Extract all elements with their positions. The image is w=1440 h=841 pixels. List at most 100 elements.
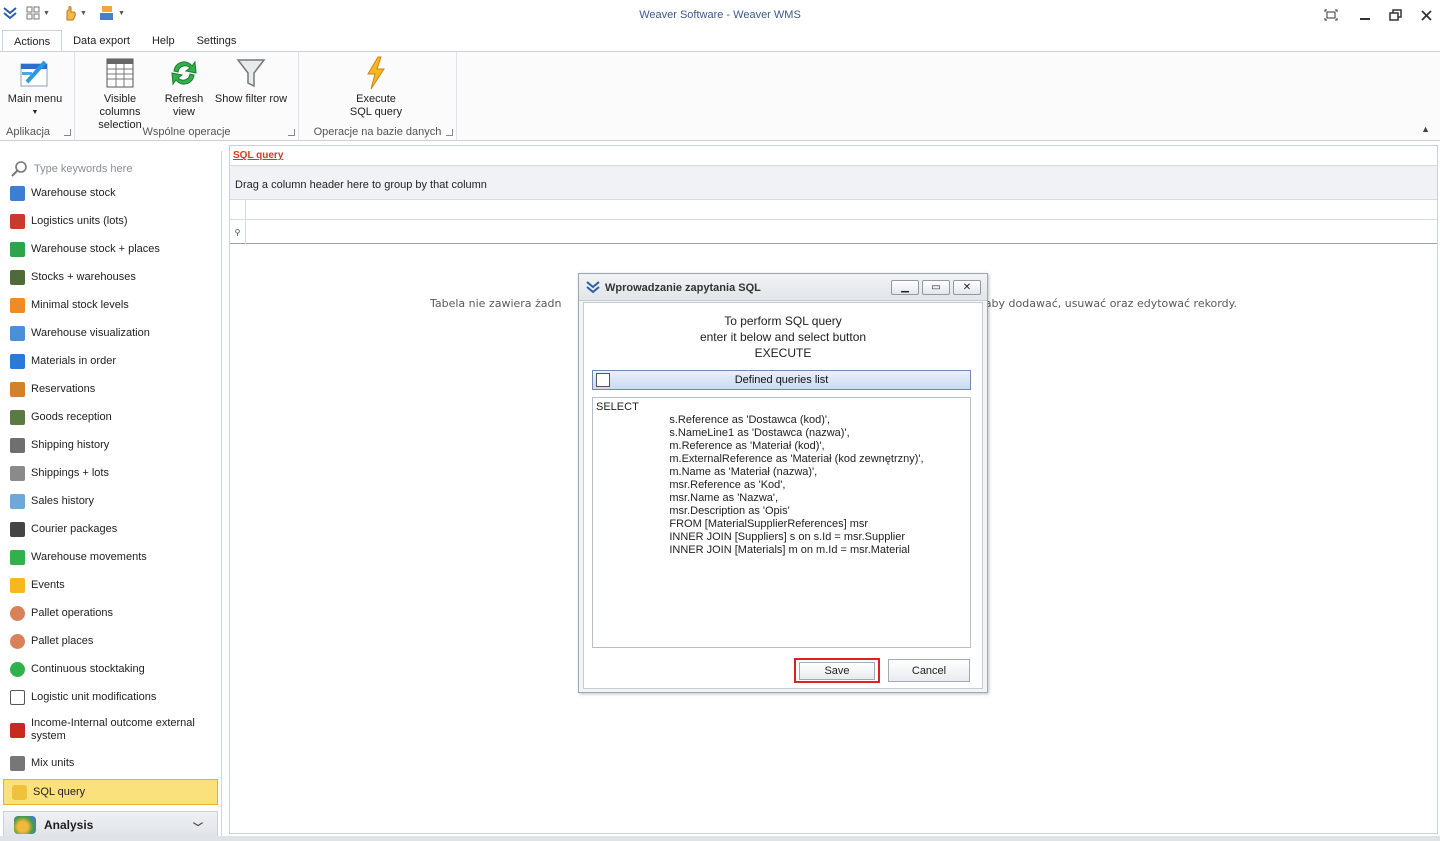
nav-item-mix-units[interactable]: Mix units — [10, 756, 216, 771]
main-menu-button[interactable]: Main menu ▼ — [6, 56, 64, 119]
nav-item-minimal-stock-levels[interactable]: Minimal stock levels — [10, 298, 216, 313]
nav-item-sales-history[interactable]: Sales history — [10, 494, 216, 509]
tab-help[interactable]: Help — [141, 30, 186, 52]
nav-item-warehouse-visualization[interactable]: Warehouse visualization — [10, 326, 216, 341]
title-bar: ▼ ▼ ▼ Weaver Software - Weaver WMS — [0, 0, 1440, 30]
nav-item-materials-in-order[interactable]: Materials in order — [10, 354, 216, 369]
nav-item-warehouse-movements[interactable]: Warehouse movements — [10, 550, 216, 565]
nav-search-input[interactable]: Type keywords here — [10, 159, 210, 179]
visible-columns-label-1: Visible columns — [99, 93, 141, 118]
ribbon: Main menu ▼ Aplikacja Visible columns se… — [0, 51, 1440, 141]
nav-item-warehouse-stock-places[interactable]: Warehouse stock + places — [10, 242, 216, 257]
ribbon-group-wspolne: Visible columns selection Refresh view S… — [75, 52, 299, 140]
nav-item-logistics-units[interactable]: Logistics units (lots) — [10, 214, 216, 229]
dialog-title: Wprowadzanie zapytania SQL — [605, 282, 761, 294]
nav-item-continuous-stocktaking[interactable]: Continuous stocktaking — [10, 662, 216, 677]
dialog-close-icon[interactable]: ✕ — [953, 280, 981, 295]
arrow-right-icon — [10, 550, 25, 565]
nav-item-label: Reservations — [31, 383, 96, 395]
instruction-line-2: enter it below and select button — [699, 330, 867, 344]
main-menu-icon — [19, 56, 51, 90]
nav-item-shipping-history[interactable]: Shipping history — [10, 438, 216, 453]
empty-message-right: e' aby dodawać, usuwać oraz edytować rek… — [971, 297, 1238, 310]
grid-header-row[interactable] — [230, 200, 1437, 220]
nav-item-income-internal-outcome[interactable]: Income-Internal outcome external system — [10, 717, 210, 743]
restore-icon[interactable] — [1386, 6, 1404, 24]
visualization-icon — [10, 326, 25, 341]
exchange-arrows-icon — [10, 722, 25, 738]
lightning-icon — [10, 578, 25, 593]
save-button-label: Save — [799, 661, 875, 680]
nav-item-label: Courier packages — [31, 523, 118, 535]
nav-item-reservations[interactable]: Reservations — [10, 382, 216, 397]
nav-item-stocks-warehouses[interactable]: Stocks + warehouses — [10, 270, 216, 285]
defined-queries-list-button[interactable]: Defined queries list — [592, 370, 971, 390]
group-by-panel[interactable]: Drag a column header here to group by th… — [230, 165, 1437, 200]
refresh-label-1: Refresh — [164, 93, 204, 105]
nav-item-label: Continuous stocktaking — [31, 663, 145, 675]
page-title[interactable]: SQL query — [233, 150, 283, 161]
columns-table-icon — [104, 56, 136, 90]
flag-icon — [10, 354, 25, 369]
sql-query-editor[interactable]: SELECT s.Reference as 'Dostawca (kod)', … — [592, 397, 971, 648]
lightning-icon — [360, 56, 392, 90]
grid-filter-row[interactable]: ⚲ — [230, 220, 1437, 244]
dialog-body: To perform SQL query enter it below and … — [583, 302, 983, 689]
group-launcher-icon[interactable] — [64, 129, 71, 136]
fullscreen-icon[interactable] — [1322, 6, 1340, 24]
main-menu-chevron-down-icon: ▼ — [31, 109, 39, 116]
ribbon-tabs: Actions Data export Help Settings — [0, 30, 1440, 52]
status-bar — [0, 836, 1440, 841]
dialog-maximize-icon[interactable]: ▭ — [922, 280, 950, 295]
group-label-wspolne: Wspólne operacje — [142, 126, 231, 138]
app-logo-icon — [586, 281, 600, 294]
nav-item-label: Materials in order — [31, 355, 116, 367]
dialog-minimize-icon[interactable]: ▁ — [891, 280, 919, 295]
nav-item-goods-reception[interactable]: Goods reception — [10, 410, 216, 425]
nav-item-pallet-operations[interactable]: Pallet operations — [10, 606, 216, 621]
reservations-icon — [10, 382, 25, 397]
group-launcher-icon[interactable] — [446, 129, 453, 136]
dialog-title-bar[interactable]: Wprowadzanie zapytania SQL ▁ ▭ ✕ — [579, 274, 987, 301]
minimize-icon[interactable] — [1356, 6, 1374, 24]
cancel-button[interactable]: Cancel — [888, 659, 970, 682]
nav-item-courier-packages[interactable]: Courier packages — [10, 522, 216, 537]
group-label-aplikacja: Aplikacja — [6, 126, 51, 138]
sql-query-dialog: Wprowadzanie zapytania SQL ▁ ▭ ✕ To perf… — [578, 273, 988, 693]
collapse-ribbon-chevron-up-icon[interactable]: ▲ — [1421, 124, 1430, 134]
show-filter-row-button[interactable]: Show filter row — [211, 56, 291, 106]
nav-item-events[interactable]: Events — [10, 578, 216, 593]
visible-columns-button[interactable]: Visible columns selection — [83, 56, 157, 132]
nav-item-shippings-lots[interactable]: Shippings + lots — [10, 466, 216, 481]
close-icon[interactable] — [1417, 6, 1435, 24]
pallet-icon — [10, 634, 25, 649]
filter-row-icon: ⚲ — [230, 220, 246, 244]
tab-actions[interactable]: Actions — [2, 30, 63, 52]
tab-settings[interactable]: Settings — [186, 30, 248, 52]
shipping-history-icon — [10, 438, 25, 453]
nav-item-sql-query[interactable]: SQL query — [3, 779, 218, 805]
nav-item-label: Logistics units (lots) — [31, 215, 128, 227]
nav-item-label: Events — [31, 579, 65, 591]
group-launcher-icon[interactable] — [288, 129, 295, 136]
truck-icon — [10, 270, 25, 285]
ribbon-group-operacje: Execute SQL query Operacje na bazie dany… — [299, 52, 457, 140]
truck-icon — [10, 410, 25, 425]
pallet-icon — [10, 606, 25, 621]
search-icon — [11, 161, 27, 177]
execute-label-1: Execute — [356, 93, 396, 105]
save-button[interactable]: Save — [794, 658, 880, 683]
nav-item-label: Logistic unit modifications — [31, 691, 157, 703]
nav-item-logistic-unit-modifications[interactable]: Logistic unit modifications — [10, 690, 216, 705]
left-navigation: Type keywords here Warehouse stock Logis… — [0, 151, 222, 841]
refresh-view-button[interactable]: Refresh view — [161, 56, 207, 119]
nav-group-analysis[interactable]: Analysis ﹀ — [3, 811, 218, 839]
row-indicator — [230, 200, 246, 220]
main-menu-label: Main menu — [7, 93, 63, 105]
empty-message-left: Tabela nie zawiera żadn — [429, 297, 562, 310]
tab-data-export[interactable]: Data export — [62, 30, 141, 52]
execute-sql-query-button[interactable]: Execute SQL query — [339, 56, 413, 119]
nav-item-pallet-places[interactable]: Pallet places — [10, 634, 216, 649]
nav-item-label: Warehouse movements — [31, 551, 147, 563]
nav-item-warehouse-stock[interactable]: Warehouse stock — [10, 186, 216, 201]
